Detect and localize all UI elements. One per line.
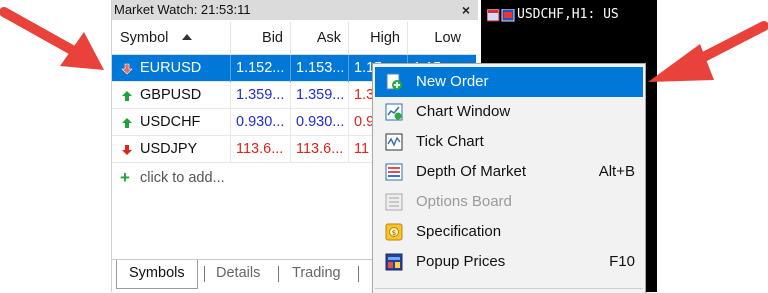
svg-text:$: $ [392, 229, 396, 237]
menu-item-label: Options Board [416, 193, 512, 210]
menu-separator [375, 288, 643, 289]
tab-trading[interactable]: Trading [292, 260, 341, 288]
menu-item-label: Popup Prices [416, 253, 506, 270]
annotation-arrow-right [648, 21, 768, 82]
menu-item-chart-window[interactable]: Chart Window [375, 97, 643, 127]
tab-divider [358, 266, 359, 282]
specification-icon: $ [385, 223, 403, 241]
menu-item-popup-prices[interactable]: Popup Prices F10 [375, 247, 643, 277]
column-header-high[interactable]: High [349, 22, 408, 54]
ask-cell: 113.6... [291, 136, 349, 163]
menu-item-shortcut: F10 [609, 253, 635, 270]
depth-of-market-icon [385, 163, 403, 181]
chart-window-icon [385, 103, 403, 121]
menu-item-options-board: Options Board [375, 187, 643, 217]
annotation-arrow-left [0, 7, 104, 70]
symbol-cell: GBPUSD [112, 82, 231, 109]
market-watch-title: Market Watch: 21:53:11 [112, 0, 478, 20]
column-header-ask[interactable]: Ask [291, 22, 349, 54]
column-header-low[interactable]: Low [408, 22, 468, 54]
column-header-bid[interactable]: Bid [231, 22, 291, 54]
ask-cell: 0.930... [291, 109, 349, 136]
new-order-icon [386, 73, 402, 90]
column-header-symbol[interactable]: Symbol [112, 22, 231, 54]
bid-cell: 113.6... [231, 136, 291, 163]
tab-divider [278, 266, 279, 282]
ask-cell: 1.153... [291, 55, 349, 82]
symbol-cell: USDJPY [112, 136, 231, 163]
context-menu: New Order Chart Window Tick Chart Depth … [372, 63, 646, 293]
menu-item-label: Chart Window [416, 103, 511, 120]
add-symbol-row[interactable]: + click to add... [112, 166, 225, 190]
tab-divider [204, 266, 205, 282]
chart-tab-title[interactable]: USDCHF,H1: US [481, 5, 619, 25]
add-symbol-label: click to add... [140, 170, 225, 186]
ask-cell: 1.359... [291, 82, 349, 109]
bid-cell: 1.152... [231, 55, 291, 82]
menu-item-label: Depth Of Market [416, 163, 527, 180]
sort-ascending-icon [182, 34, 193, 40]
bid-cell: 1.359... [231, 82, 291, 109]
menu-item-depth-of-market[interactable]: Depth Of Market Alt+B [375, 157, 643, 187]
bid-cell: 0.930... [231, 109, 291, 136]
symbol-cell: EURUSD [112, 55, 231, 82]
menu-item-tick-chart[interactable]: Tick Chart [375, 127, 643, 157]
menu-item-shortcut: Alt+B [598, 163, 635, 180]
tick-chart-icon [385, 133, 403, 151]
symbol-cell: USDCHF [112, 109, 231, 136]
column-header-symbol-label: Symbol [120, 30, 169, 46]
menu-item-new-order[interactable]: New Order [375, 67, 643, 97]
column-header-row: Symbol Bid Ask High Low [112, 22, 476, 55]
tab-symbols[interactable]: Symbols [116, 260, 198, 289]
popup-prices-icon [385, 253, 403, 271]
close-icon[interactable]: × [462, 0, 470, 20]
menu-item-label: New Order [416, 73, 489, 90]
menu-item-specification[interactable]: $ Specification [375, 217, 643, 247]
plus-icon: + [120, 168, 130, 187]
menu-item-label: Specification [416, 223, 502, 240]
tab-details[interactable]: Details [216, 260, 260, 288]
menu-item-label: Tick Chart [416, 133, 484, 150]
options-board-icon [385, 193, 403, 211]
